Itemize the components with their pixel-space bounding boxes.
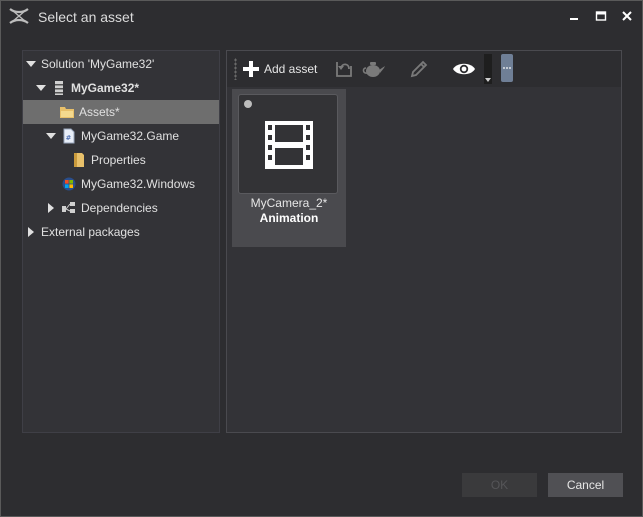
select-asset-dialog: Select an asset Solution 'MyGame32' MyGa… (0, 0, 643, 517)
ok-button[interactable]: OK (462, 473, 537, 497)
asset-status-dot (244, 100, 252, 108)
asset-view-panel: Add asset MyCamera_2* Animation (226, 50, 622, 433)
asset-type: Animation (259, 211, 319, 225)
tree-item-label: External packages (41, 225, 140, 239)
cancel-button[interactable]: Cancel (548, 473, 623, 497)
eye-icon (453, 63, 475, 75)
pencil-icon (410, 60, 428, 78)
solution-tree: Solution 'MyGame32' MyGame32* Assets* # … (22, 50, 220, 433)
revert-button[interactable] (330, 56, 358, 82)
tree-item-assets[interactable]: Assets* (23, 100, 219, 124)
title-bar: Select an asset (1, 1, 642, 33)
tree-item-windows-project[interactable]: MyGame32.Windows (23, 172, 219, 196)
tree-item-package[interactable]: MyGame32* (23, 76, 219, 100)
maximize-icon (595, 11, 607, 21)
csharp-file-icon: # (61, 128, 77, 144)
tree-item-label: MyGame32.Game (81, 129, 180, 143)
expanded-arrow-icon[interactable] (25, 58, 37, 70)
collapsed-arrow-icon[interactable] (45, 202, 57, 214)
toolbar-overflow-button[interactable] (484, 54, 492, 84)
preview-model-button[interactable] (360, 56, 388, 82)
collapsed-arrow-icon[interactable] (25, 226, 37, 238)
close-icon (622, 11, 632, 21)
tree-item-external-packages[interactable]: External packages (23, 220, 219, 244)
svg-text:#: # (66, 134, 72, 142)
minimize-icon (570, 18, 578, 20)
tree-item-label: Solution 'MyGame32' (41, 57, 155, 71)
chevron-down-icon (485, 78, 491, 82)
tree-item-label: Assets* (79, 105, 120, 119)
add-asset-button[interactable]: Add asset (242, 56, 317, 82)
more-icon (503, 67, 511, 69)
tree-item-label: Properties (91, 153, 146, 167)
windows-icon (61, 176, 77, 192)
tree-item-properties[interactable]: Properties (23, 148, 219, 172)
asset-toolbar: Add asset (227, 51, 621, 87)
minimize-button[interactable] (564, 7, 584, 25)
dependencies-icon (61, 200, 77, 216)
film-icon (265, 121, 313, 169)
undo-icon (336, 62, 352, 77)
app-logo-icon (9, 8, 29, 24)
tree-item-solution[interactable]: Solution 'MyGame32' (23, 52, 219, 76)
tree-item-dependencies[interactable]: Dependencies (23, 196, 219, 220)
edit-asset-button[interactable] (405, 56, 433, 82)
tree-item-label: Dependencies (81, 201, 158, 215)
tree-item-label: MyGame32.Windows (81, 177, 196, 191)
more-options-button[interactable] (501, 54, 513, 82)
asset-thumbnail (238, 94, 338, 194)
folder-icon (59, 104, 75, 120)
package-icon (51, 80, 67, 96)
teapot-icon (362, 62, 385, 77)
asset-tile[interactable]: MyCamera_2* Animation (232, 89, 346, 247)
expanded-arrow-icon[interactable] (45, 130, 57, 142)
plus-icon (243, 61, 259, 77)
expanded-arrow-icon[interactable] (35, 82, 47, 94)
close-button[interactable] (617, 7, 637, 25)
tree-item-label: MyGame32* (71, 81, 140, 95)
maximize-button[interactable] (591, 7, 611, 25)
view-options-button[interactable] (450, 56, 478, 82)
folder-icon (71, 152, 87, 168)
add-asset-label: Add asset (264, 62, 318, 76)
toolbar-grip[interactable] (234, 58, 237, 80)
window-title: Select an asset (38, 9, 134, 25)
tree-item-game-project[interactable]: # MyGame32.Game (23, 124, 219, 148)
asset-name: MyCamera_2* (250, 196, 328, 210)
